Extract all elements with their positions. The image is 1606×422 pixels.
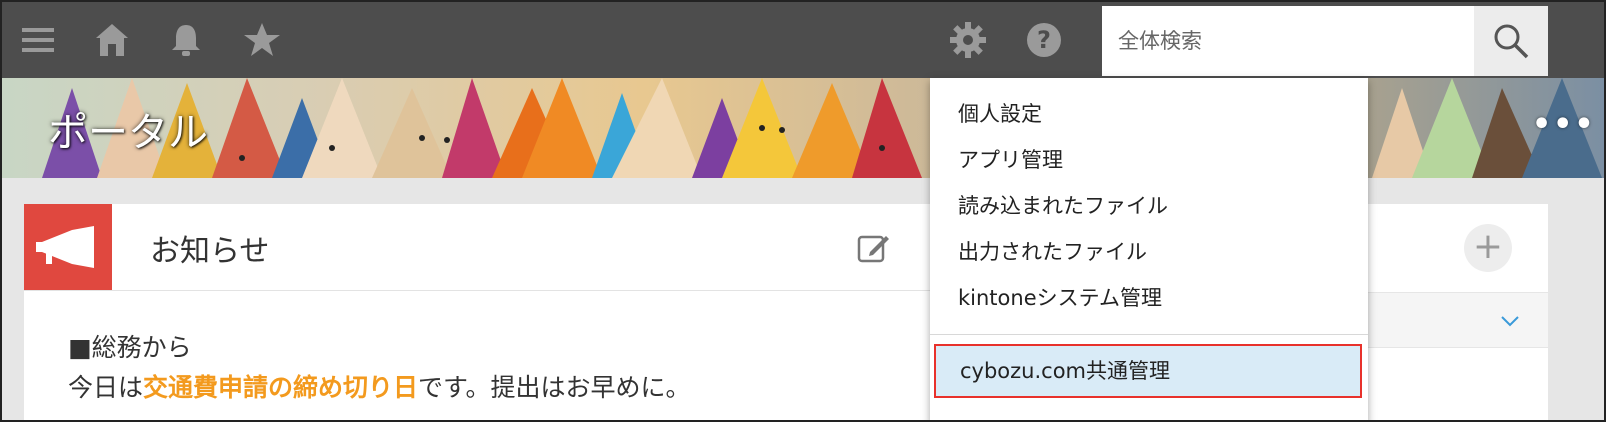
search-input[interactable]: [1102, 6, 1474, 76]
side-card-row: [1368, 292, 1548, 348]
notice-body: ■総務から 今日は交通費申請の締め切り日です。提出はお早めに。: [68, 328, 691, 408]
settings-dropdown-menu: 個人設定 アプリ管理 読み込まれたファイル 出力されたファイル kintoneシ…: [930, 78, 1368, 420]
top-bar: ?: [2, 2, 1604, 78]
menu-item-exported-files[interactable]: 出力されたファイル: [930, 230, 1368, 274]
add-button[interactable]: +: [1464, 224, 1512, 272]
notice-card-header: お知らせ: [24, 204, 932, 291]
menu-item-personal-settings[interactable]: 個人設定: [930, 92, 1368, 136]
home-icon[interactable]: [92, 20, 132, 60]
gear-icon[interactable]: [948, 20, 988, 60]
menu-item-imported-files[interactable]: 読み込まれたファイル: [930, 184, 1368, 228]
notice-icon-box: [24, 204, 112, 290]
notice-highlight: 交通費申請の締め切り日: [143, 373, 419, 402]
megaphone-icon: [36, 226, 94, 268]
notice-line-2-prefix: 今日は: [68, 373, 144, 402]
menu-divider: [930, 334, 1368, 335]
help-icon[interactable]: ?: [1024, 20, 1064, 60]
star-icon[interactable]: [242, 20, 282, 60]
notice-line-1: ■総務から: [68, 333, 192, 362]
bell-icon[interactable]: [166, 20, 206, 60]
search-button[interactable]: [1474, 6, 1548, 76]
chevron-down-icon[interactable]: [1500, 314, 1520, 328]
plus-icon: +: [1472, 226, 1504, 267]
notice-card-title: お知らせ: [150, 234, 270, 269]
notice-line-2-suffix: です。提出はお早めに。: [418, 373, 691, 402]
page-title: ポータル: [48, 110, 208, 156]
app-window: ? 全体検索 ポータル ••• お知らせ ■総務から 今日は交通費申請の締め切り…: [0, 0, 1606, 422]
menu-item-app-management[interactable]: アプリ管理: [930, 138, 1368, 182]
svg-text:?: ?: [1037, 26, 1051, 54]
menu-icon[interactable]: [18, 20, 58, 60]
menu-item-kintone-system-admin[interactable]: kintoneシステム管理: [930, 276, 1368, 320]
search-icon: [1494, 24, 1529, 59]
notice-line-2: 今日は交通費申請の締め切り日です。提出はお早めに。: [68, 368, 691, 408]
more-options-button[interactable]: •••: [1532, 110, 1594, 140]
menu-item-cybozu-common-admin[interactable]: cybozu.com共通管理: [934, 344, 1362, 398]
edit-icon[interactable]: [856, 230, 892, 266]
